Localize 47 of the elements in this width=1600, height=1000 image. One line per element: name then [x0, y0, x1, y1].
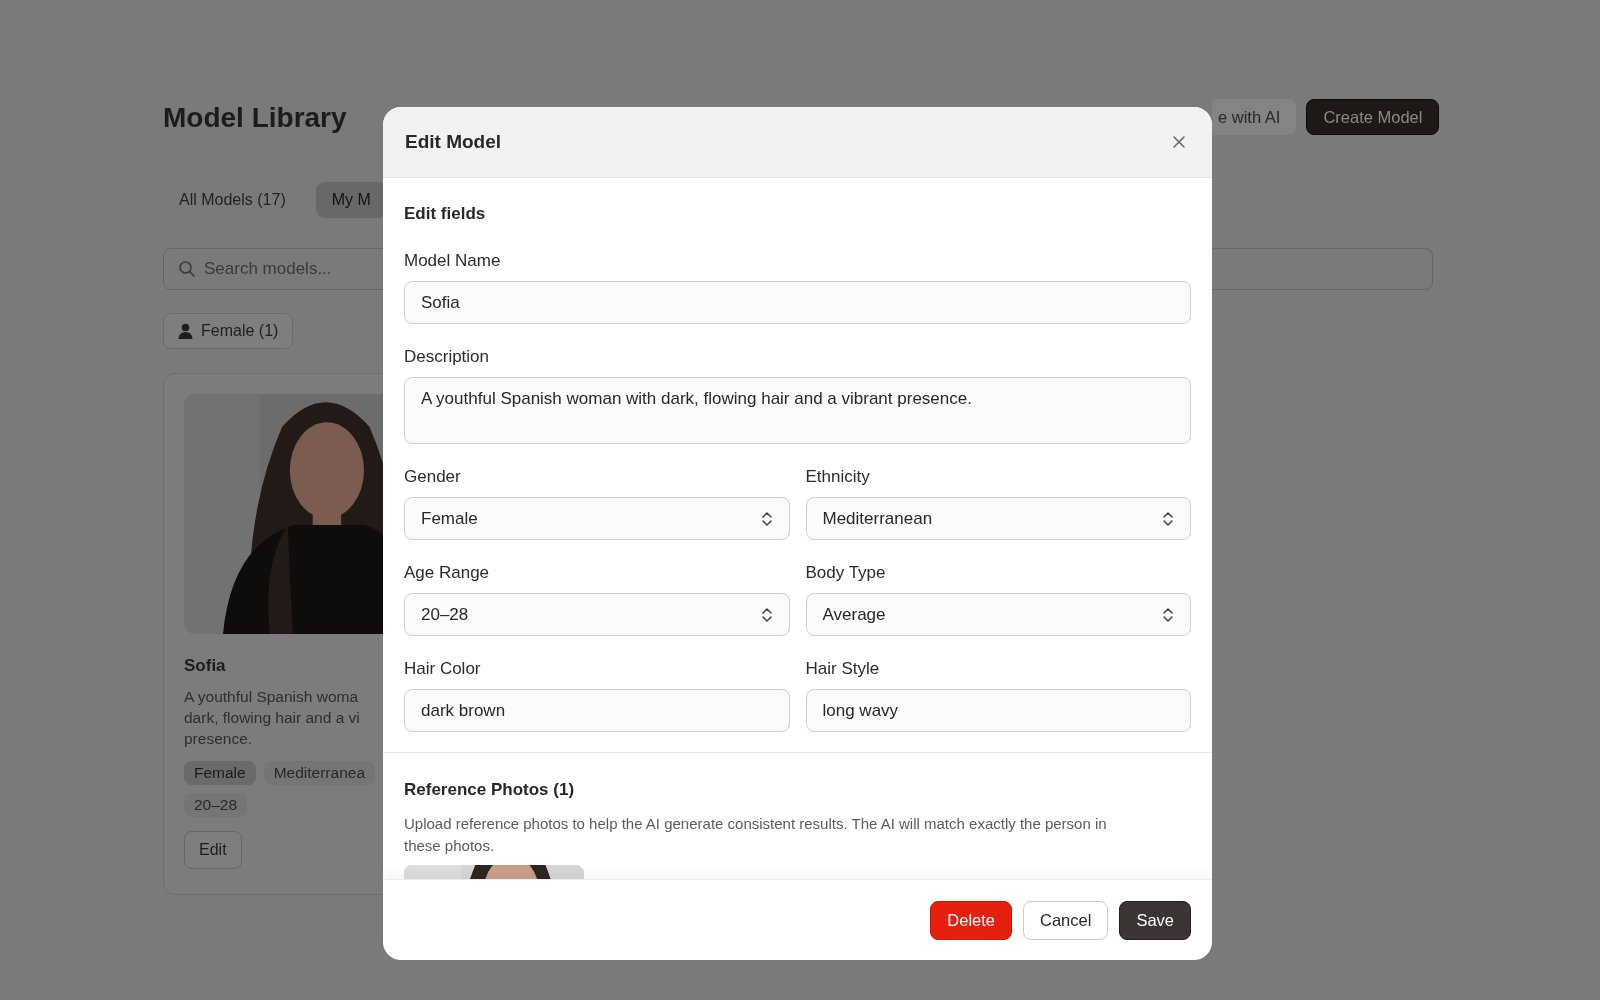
section-heading: Edit fields: [404, 204, 487, 224]
field-label: Gender: [404, 467, 462, 487]
save-button[interactable]: Save: [1119, 900, 1191, 940]
create-button[interactable]: Create Model: [1306, 99, 1440, 135]
select-field[interactable]: Mediterranean: [805, 497, 1191, 540]
text-field[interactable]: dark brown: [404, 689, 790, 732]
select-value: Female: [421, 508, 478, 529]
field-label: Age Range: [404, 563, 491, 583]
field-label: Ethnicity: [805, 467, 871, 487]
section-heading: Reference Photos (1): [404, 780, 576, 800]
select-value: Average: [822, 604, 886, 625]
field-label: Body Type: [805, 563, 887, 583]
tag: 20–28: [184, 793, 248, 817]
model-name: Sofia: [184, 656, 227, 676]
cancel-button[interactable]: Cancel: [1023, 900, 1109, 940]
select-value: 20–28: [421, 604, 469, 625]
person-icon: [178, 323, 193, 339]
field-label: Model Name: [404, 251, 502, 271]
field-label: Description: [404, 347, 491, 367]
select-value: Mediterranean: [822, 508, 933, 529]
edit-button[interactable]: Edit: [184, 831, 242, 869]
model-description: presence.: [184, 729, 253, 749]
text-field[interactable]: long wavy: [805, 689, 1191, 732]
filter-chip[interactable]: Female (1): [163, 313, 294, 349]
close-icon: [1172, 135, 1186, 149]
chevron-up-down-icon: [760, 605, 773, 624]
tab[interactable]: All Models (17): [163, 182, 302, 218]
help-text: Upload reference photos to help the AI generate consistent results. The AI will match exactly the person in these photos.: [404, 814, 1108, 856]
chevron-up-down-icon: [1162, 605, 1174, 624]
tag: Female: [184, 761, 256, 785]
field-label: Hair Style: [805, 659, 881, 679]
select-field[interactable]: 20–28: [404, 593, 790, 636]
generate-button[interactable]: e with AI: [1212, 99, 1297, 135]
delete-button[interactable]: Delete: [930, 900, 1012, 940]
text-field[interactable]: Sofia: [404, 281, 1191, 324]
model-description: dark, flowing hair and a vi: [184, 708, 360, 728]
chevron-up-down-icon: [760, 509, 773, 528]
select-field[interactable]: Female: [404, 497, 790, 540]
tag: Mediterranea: [263, 761, 375, 785]
text-area[interactable]: A youthful Spanish woman with dark, flowing hair and a vibrant presence.: [404, 377, 1191, 444]
select-field[interactable]: Average: [805, 593, 1191, 636]
field-label: Hair Color: [404, 659, 482, 679]
page-title: Model Library: [163, 102, 348, 134]
search-icon: [178, 260, 196, 278]
model-description: A youthful Spanish woma: [184, 687, 359, 707]
modal-title: Edit Model: [405, 131, 502, 153]
chevron-up-down-icon: [1162, 509, 1174, 528]
